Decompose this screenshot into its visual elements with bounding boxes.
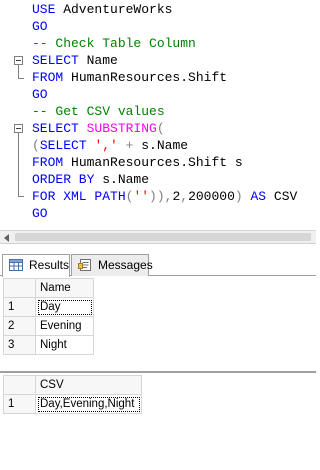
code-line[interactable]: ORDER BY s.Name xyxy=(32,171,149,188)
messages-icon xyxy=(78,259,91,271)
code-token: SELECT xyxy=(32,53,79,68)
code-line[interactable]: -- Check Table Column xyxy=(32,35,196,52)
code-token: ORDER BY xyxy=(32,172,95,187)
code-token: USE xyxy=(32,2,56,17)
query-editor[interactable]: USE AdventureWorks GO -- Check Table Colum… xyxy=(0,0,316,230)
tab-results[interactable]: Results xyxy=(2,254,70,277)
grid-corner-cell[interactable] xyxy=(3,278,36,298)
grid-corner-cell[interactable] xyxy=(3,375,36,395)
table-row[interactable]: 3 Night xyxy=(3,335,94,355)
collapse-region-icon[interactable] xyxy=(14,56,23,65)
code-token: HumanResources.Shift xyxy=(63,70,228,85)
grid-cell[interactable]: Evening xyxy=(35,316,94,336)
row-number[interactable]: 1 xyxy=(3,297,36,317)
outline-line xyxy=(18,64,19,78)
code-line[interactable]: (SELECT ',' + s.Name xyxy=(32,137,188,154)
collapse-region-icon[interactable] xyxy=(14,124,23,133)
code-line[interactable]: SELECT Name xyxy=(32,52,118,69)
row-number[interactable]: 1 xyxy=(3,394,36,414)
code-line[interactable]: GO xyxy=(32,86,48,103)
grid-icon xyxy=(9,259,23,271)
code-token: -- Get CSV values xyxy=(32,104,165,119)
code-token: ( xyxy=(156,121,165,136)
row-number[interactable]: 3 xyxy=(3,335,36,355)
code-line[interactable]: FROM HumanResources.Shift s xyxy=(32,154,243,171)
code-line[interactable]: SELECT SUBSTRING( xyxy=(32,120,165,137)
code-token: GO xyxy=(32,87,48,102)
grid-cell[interactable]: Day,Evening,Night xyxy=(35,394,142,414)
code-token: -- Check Table Column xyxy=(32,36,196,51)
code-token: , xyxy=(180,189,189,204)
row-number[interactable]: 2 xyxy=(3,316,36,336)
outline-end-marker xyxy=(18,78,24,79)
outline-end-marker xyxy=(18,196,24,197)
code-token: s.Name xyxy=(141,138,189,153)
code-token: Name xyxy=(78,53,118,68)
code-token: ) xyxy=(234,189,251,204)
code-token: ',' xyxy=(94,138,118,153)
code-token: SELECT xyxy=(39,138,87,153)
tab-results-label: Results xyxy=(29,258,70,272)
code-token: s.Name xyxy=(94,172,150,187)
code-token: GO xyxy=(32,19,48,34)
names-table: Name 1 Day 2 Evening 3 Night xyxy=(3,278,94,355)
column-header-csv[interactable]: CSV xyxy=(35,375,142,395)
code-token: AS xyxy=(250,189,267,204)
results-tabbar: Results Messages xyxy=(0,252,316,277)
code-token: GO xyxy=(32,206,48,221)
code-token: + xyxy=(117,138,142,153)
tab-messages-label: Messages xyxy=(98,258,153,272)
code-token: CSV xyxy=(266,189,298,204)
code-line[interactable]: GO xyxy=(32,18,48,35)
code-token: '' xyxy=(133,189,150,204)
result-grid-csv[interactable]: CSV 1 Day,Evening,Night xyxy=(0,372,316,470)
table-row[interactable]: 1 Day xyxy=(3,297,94,317)
code-line[interactable]: GO xyxy=(32,205,48,222)
table-row[interactable]: 1 Day,Evening,Night xyxy=(3,394,142,414)
result-grid-names[interactable]: Name 1 Day 2 Evening 3 Night xyxy=(0,276,316,372)
code-line[interactable]: FROM HumanResources.Shift xyxy=(32,69,227,86)
scroll-left-arrow-icon[interactable] xyxy=(4,234,9,242)
editor-horizontal-scrollbar[interactable] xyxy=(0,230,316,244)
grid-cell[interactable]: Night xyxy=(35,335,94,355)
table-row[interactable]: 2 Evening xyxy=(3,316,94,336)
code-token: FOR XML PATH xyxy=(32,189,126,204)
code-line[interactable]: FOR XML PATH('')),2,200000) AS CSV xyxy=(32,188,297,205)
code-token: FROM xyxy=(32,70,64,85)
grid-cell[interactable]: Day xyxy=(35,297,94,317)
column-header-name[interactable]: Name xyxy=(35,278,94,298)
code-token: SELECT xyxy=(32,121,79,136)
code-token: ( xyxy=(32,138,40,153)
code-token: )), xyxy=(149,189,173,204)
code-token: AdventureWorks xyxy=(55,2,173,17)
code-line[interactable]: USE AdventureWorks xyxy=(32,1,172,18)
csv-table: CSV 1 Day,Evening,Night xyxy=(3,375,142,414)
tab-messages[interactable]: Messages xyxy=(71,254,153,276)
code-token: FROM xyxy=(32,155,64,170)
scrollbar-thumb[interactable] xyxy=(15,233,311,241)
code-token: 200000 xyxy=(188,189,235,204)
outline-line xyxy=(18,132,19,196)
code-token: HumanResources.Shift s xyxy=(63,155,243,170)
code-token: SUBSTRING xyxy=(86,121,157,136)
code-line[interactable]: -- Get CSV values xyxy=(32,103,165,120)
